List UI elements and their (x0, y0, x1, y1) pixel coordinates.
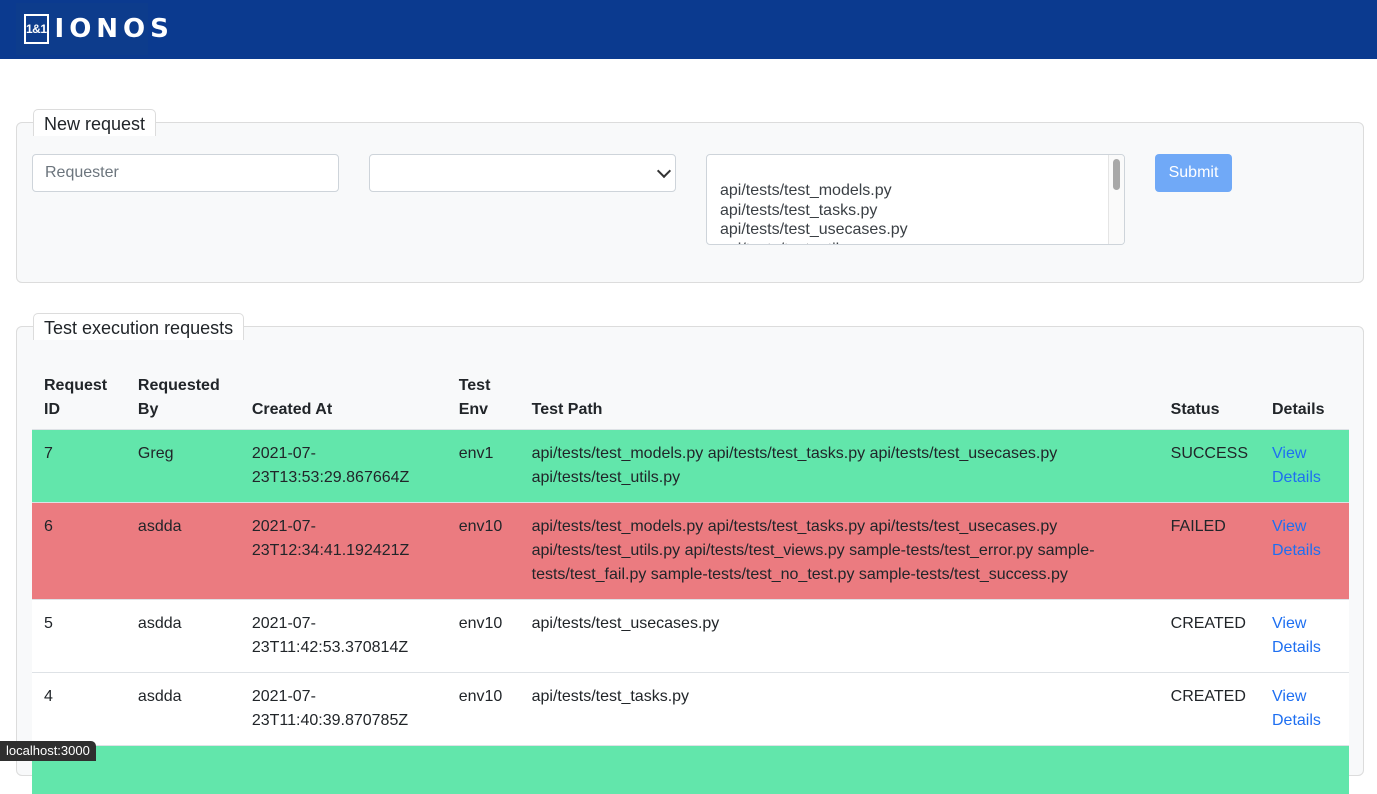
cell-status: CREATED (1159, 600, 1260, 673)
logo-wordmark: IONOS (55, 14, 174, 44)
table-header-row: RequestID RequestedBy Created At TestEnv… (32, 367, 1349, 430)
test-path-option[interactable]: api/tests/test_usecases.py (720, 220, 908, 240)
cell-status: FAILED (1159, 503, 1260, 600)
cell-requested-by: asdda (126, 503, 240, 600)
table-row: 5asdda2021-07-23T11:42:53.370814Zenv10ap… (32, 600, 1349, 673)
scrollbar-thumb[interactable] (1113, 159, 1120, 190)
cell-test-path (520, 746, 1159, 794)
view-details-link[interactable]: View Details (1272, 612, 1332, 660)
table-row: 6asdda2021-07-23T12:34:41.192421Zenv10ap… (32, 503, 1349, 600)
cell-requested-by: asdda (126, 673, 240, 746)
submit-button[interactable]: Submit (1155, 154, 1232, 192)
header-request-id: RequestID (32, 367, 126, 430)
header-requested-by: RequestedBy (126, 367, 240, 430)
logo-box: 1&1 (24, 14, 49, 44)
test-path-option[interactable]: api/tests/test_models.py (720, 181, 908, 201)
new-request-panel: New request api/tests/test_models.pyapi/… (16, 122, 1364, 283)
cell-requested-by: asdda (126, 600, 240, 673)
new-request-legend: New request (33, 109, 156, 136)
cell-request-id: 4 (32, 673, 126, 746)
test-path-option[interactable]: api/tests/test_utils.py (720, 240, 908, 246)
cell-test-path: api/tests/test_usecases.py (520, 600, 1159, 673)
requests-table: RequestID RequestedBy Created At TestEnv… (32, 367, 1349, 794)
multiselect-scrollbar[interactable] (1108, 155, 1124, 244)
cell-test-env (447, 746, 520, 794)
cell-details: View Details (1260, 503, 1349, 600)
test-env-select[interactable] (369, 154, 676, 192)
header-details: Details (1260, 367, 1349, 430)
cell-details (1260, 746, 1349, 794)
cell-test-env: env10 (447, 503, 520, 600)
top-navbar: 1&1 IONOS (0, 0, 1377, 59)
browser-status-url: localhost:3000 (0, 741, 96, 761)
header-test-env: TestEnv (447, 367, 520, 430)
cell-test-path: api/tests/test_models.py api/tests/test_… (520, 430, 1159, 503)
cell-created-at: 2021-07-23T11:40:39.870785Z (240, 673, 447, 746)
cell-details: View Details (1260, 673, 1349, 746)
view-details-link[interactable]: View Details (1272, 515, 1332, 563)
cell-test-path: api/tests/test_tasks.py (520, 673, 1159, 746)
test-path-multiselect[interactable]: api/tests/test_models.pyapi/tests/test_t… (706, 154, 1125, 245)
cell-status: CREATED (1159, 673, 1260, 746)
cell-created-at: 2021-07-23T12:34:41.192421Z (240, 503, 447, 600)
view-details-link[interactable]: View Details (1272, 442, 1332, 490)
requester-input[interactable] (32, 154, 339, 192)
cell-details: View Details (1260, 430, 1349, 503)
cell-requested-by (126, 746, 240, 794)
cell-status (1159, 746, 1260, 794)
table-row: 4asdda2021-07-23T11:40:39.870785Zenv10ap… (32, 673, 1349, 746)
cell-created-at (240, 746, 447, 794)
chevron-down-icon (657, 164, 671, 178)
ionos-logo[interactable]: 1&1 IONOS (16, 3, 148, 55)
header-status: Status (1159, 367, 1260, 430)
cell-test-path: api/tests/test_models.py api/tests/test_… (520, 503, 1159, 600)
test-requests-panel: Test execution requests RequestID Reques… (16, 326, 1364, 776)
cell-test-env: env10 (447, 600, 520, 673)
table-row (32, 746, 1349, 794)
cell-request-id: 6 (32, 503, 126, 600)
cell-status: SUCCESS (1159, 430, 1260, 503)
view-details-link[interactable]: View Details (1272, 685, 1332, 733)
cell-created-at: 2021-07-23T13:53:29.867664Z (240, 430, 447, 503)
header-test-path: Test Path (520, 367, 1159, 430)
cell-request-id: 5 (32, 600, 126, 673)
cell-request-id: 7 (32, 430, 126, 503)
test-path-options: api/tests/test_models.pyapi/tests/test_t… (720, 181, 908, 245)
cell-created-at: 2021-07-23T11:42:53.370814Z (240, 600, 447, 673)
test-path-option[interactable]: api/tests/test_tasks.py (720, 201, 908, 221)
cell-test-env: env1 (447, 430, 520, 503)
cell-requested-by: Greg (126, 430, 240, 503)
table-row: 7Greg2021-07-23T13:53:29.867664Zenv1api/… (32, 430, 1349, 503)
test-requests-legend: Test execution requests (33, 313, 244, 340)
header-created-at: Created At (240, 367, 447, 430)
cell-test-env: env10 (447, 673, 520, 746)
cell-details: View Details (1260, 600, 1349, 673)
